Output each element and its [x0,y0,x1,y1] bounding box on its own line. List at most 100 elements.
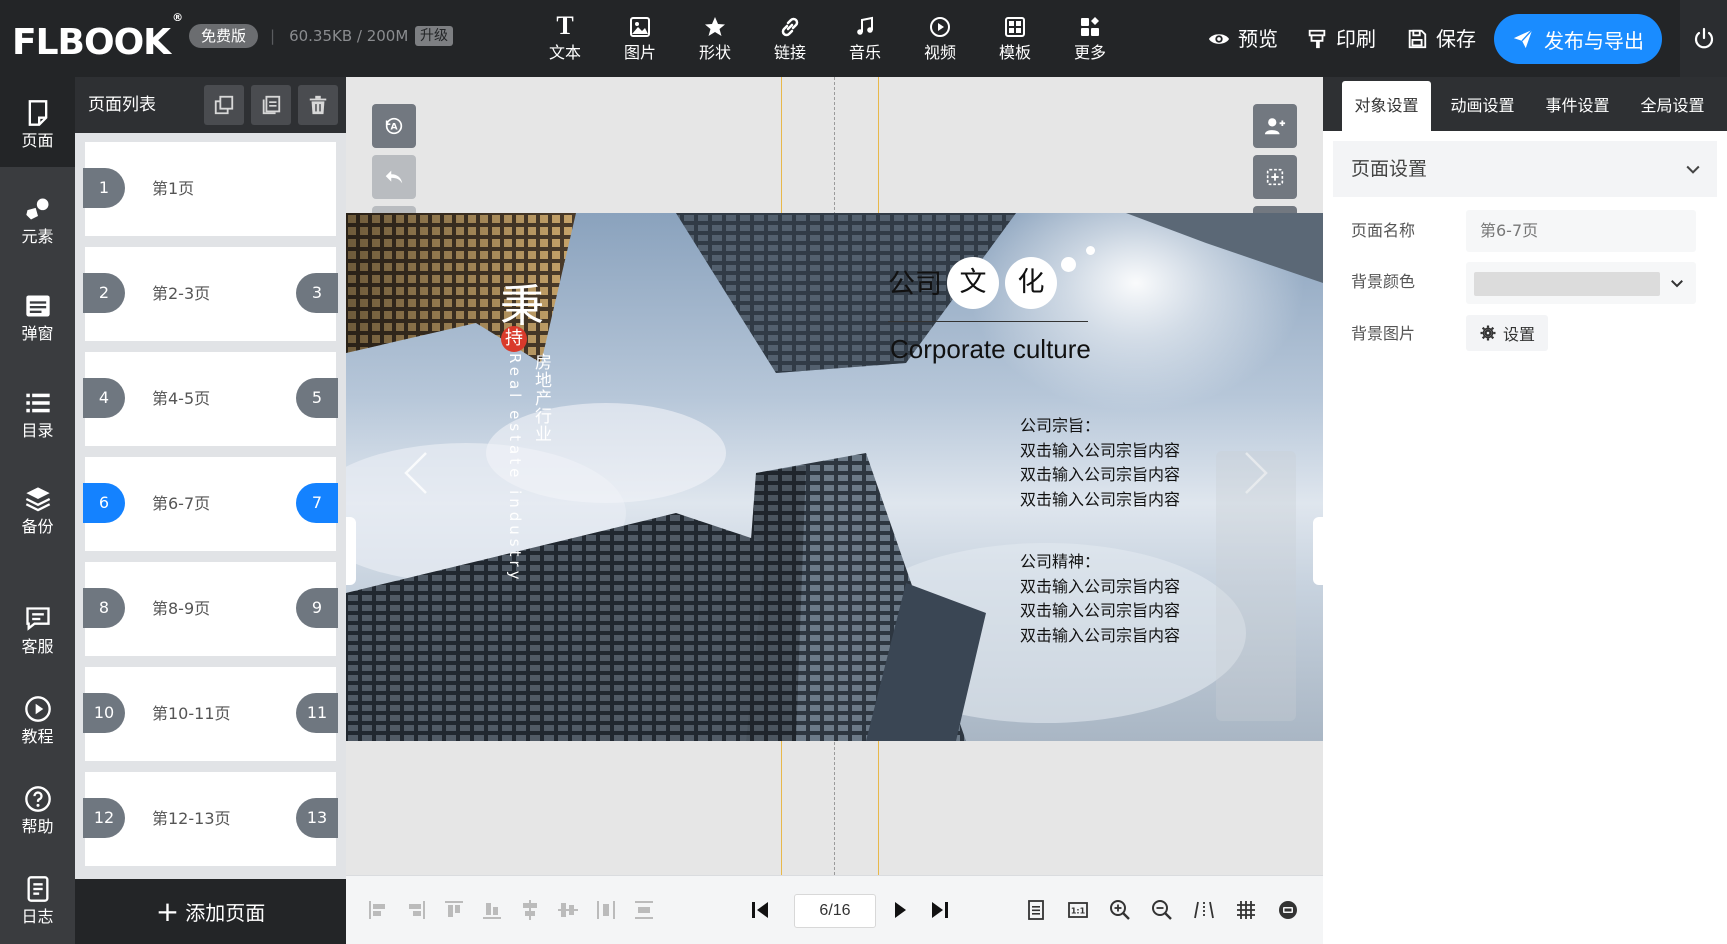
delete-page-button[interactable] [298,85,338,125]
culture-heading-en[interactable]: Corporate culture [890,332,1091,366]
page-side-panel [1216,451,1296,721]
first-page-icon[interactable] [748,898,772,922]
undo-button[interactable] [372,155,416,199]
nav-item-popup[interactable]: 弹窗 [0,270,75,360]
tab-object-settings[interactable]: 对象设置 [1342,81,1431,131]
nav-item-catalog[interactable]: 目录 [0,367,75,457]
music-icon [835,12,895,40]
page-item-8-9[interactable]: 8 第8-9页 9 [83,562,338,656]
page-number-right: 7 [296,483,338,523]
spirit-text-block[interactable]: 公司精神： 双击输入公司宗旨内容 双击输入公司宗旨内容 双击输入公司宗旨内容 [1020,550,1180,648]
tab-event-settings[interactable]: 事件设置 [1533,81,1622,131]
align-center-h-icon[interactable] [518,898,542,922]
add-page-button[interactable]: + 添加页面 [75,879,346,944]
music-tool-button[interactable]: 音乐 [835,12,895,68]
template-tool-button[interactable]: 模板 [985,12,1045,68]
print-button[interactable]: 印刷 [1306,24,1376,54]
auto-layout-button[interactable]: A [372,104,416,148]
bg-image-settings-button[interactable]: 设置 [1466,315,1548,351]
settings-circle-icon[interactable] [1276,898,1300,922]
page-item-4-5[interactable]: 4 第4-5页 5 [83,352,338,446]
vertical-title-red[interactable]: 持 [501,326,527,352]
page-settings-section[interactable]: 页面设置 [1333,141,1717,197]
culture-heading-char-2[interactable]: 化 [1005,257,1057,309]
add-collaborator-button[interactable] [1253,104,1297,148]
page-list-panel: 页面列表 1 第1页 2 第2-3页 3 4 第4-5页 5 6 第6-7页 7 [75,77,346,944]
page-name-label: 页面名称 [1351,221,1416,240]
last-page-icon[interactable] [928,898,952,922]
page-number-left: 12 [83,798,125,838]
zoom-in-icon[interactable] [1108,898,1132,922]
collapse-left-tab[interactable] [346,517,356,585]
page-settings-title: 页面设置 [1351,158,1428,180]
editor-canvas[interactable]: A 秉 持 Real estate industry 房地产行业 公司 文 化 … [346,77,1323,875]
copy-page-button[interactable] [204,85,244,125]
nav-item-backup[interactable]: 备份 [0,463,75,553]
prev-page-arrow[interactable] [396,443,436,503]
shape-tool-button[interactable]: 形状 [685,12,745,68]
page-item-12-13[interactable]: 12 第12-13页 13 [83,772,338,866]
grid-icon[interactable] [1234,898,1258,922]
book-spread[interactable]: 秉 持 Real estate industry 房地产行业 公司 文 化 Co… [346,213,1323,741]
tab-global-settings[interactable]: 全局设置 [1628,81,1717,131]
bg-color-select[interactable] [1466,262,1696,304]
next-page-icon[interactable] [889,898,913,922]
logout-button[interactable] [1680,0,1727,77]
single-page-icon[interactable] [1024,898,1048,922]
vertical-title-en[interactable]: Real estate industry [506,353,524,584]
collapse-right-tab[interactable] [1313,517,1323,585]
page-item-1[interactable]: 1 第1页 [83,142,336,236]
page-number-input[interactable]: 6/16 [794,894,876,928]
link-tool-button[interactable]: 链接 [760,12,820,68]
align-left-icon[interactable] [366,898,390,922]
properties-panel: 对象设置 动画设置 事件设置 全局设置 页面设置 页面名称 背景颜色 背景图片 [1323,77,1727,944]
video-tool-button[interactable]: 视频 [910,12,970,68]
guides-toggle-icon[interactable] [1192,898,1216,922]
page-item-10-11[interactable]: 10 第10-11页 11 [83,667,338,761]
align-center-v-icon[interactable] [556,898,580,922]
left-nav: 页面 元素 弹窗 目录 备份 客服 教程 帮助 日志 [0,77,75,944]
log-icon [27,876,48,902]
save-button[interactable]: 保存 [1406,24,1476,54]
vertical-title-cn[interactable]: 房地产行业 [529,353,554,443]
image-tool-button[interactable]: 图片 [610,12,670,68]
vertical-title-big[interactable]: 秉 [500,283,544,331]
purpose-text-block[interactable]: 公司宗旨： 双击输入公司宗旨内容 双击输入公司宗旨内容 双击输入公司宗旨内容 [1020,414,1180,512]
distribute-v-icon[interactable] [632,898,656,922]
nav-item-elements[interactable]: 元素 [0,173,75,263]
actual-size-icon[interactable]: 1:1 [1066,898,1090,922]
page-item-label: 第4-5页 [152,389,211,408]
page-item-label: 第8-9页 [152,599,211,618]
align-bottom-icon[interactable] [480,898,504,922]
page-number-right: 9 [296,588,338,628]
page-item-6-7[interactable]: 6 第6-7页 7 [83,457,338,551]
nav-item-service[interactable]: 客服 [0,583,75,673]
preview-button[interactable]: 预览 [1208,24,1278,54]
distribute-h-icon[interactable] [594,898,618,922]
duplicate-page-button[interactable] [251,85,291,125]
zoom-out-icon[interactable] [1150,898,1174,922]
page-number-right: 3 [296,273,338,313]
nav-item-help[interactable]: 帮助 [0,763,75,853]
add-page-canvas-button[interactable] [1253,155,1297,199]
publish-export-button[interactable]: 发布与导出 [1494,14,1662,64]
culture-heading-prefix[interactable]: 公司 [888,268,942,302]
nav-item-tutorial[interactable]: 教程 [0,673,75,763]
page-name-value: 第6-7页 [1480,221,1539,240]
nav-item-log[interactable]: 日志 [0,853,75,943]
page-list-scroll[interactable]: 1 第1页 2 第2-3页 3 4 第4-5页 5 6 第6-7页 7 8 第8… [75,133,346,944]
bottom-toolbar: 6/16 1:1 [346,875,1323,944]
page-item-2-3[interactable]: 2 第2-3页 3 [83,247,338,341]
tab-animation-settings[interactable]: 动画设置 [1438,81,1527,131]
more-tool-button[interactable]: 更多 [1060,12,1120,68]
culture-heading-char-1[interactable]: 文 [947,257,999,309]
align-top-icon[interactable] [442,898,466,922]
upgrade-button[interactable]: 升级 [415,26,453,46]
page-number-left: 10 [83,693,125,733]
floppy-icon [1408,29,1427,49]
nav-item-pages[interactable]: 页面 [0,77,75,167]
bg-color-label: 背景颜色 [1351,272,1416,291]
text-tool-button[interactable]: T 文本 [535,12,595,68]
align-right-icon[interactable] [404,898,428,922]
page-name-input[interactable]: 第6-7页 [1466,210,1696,252]
